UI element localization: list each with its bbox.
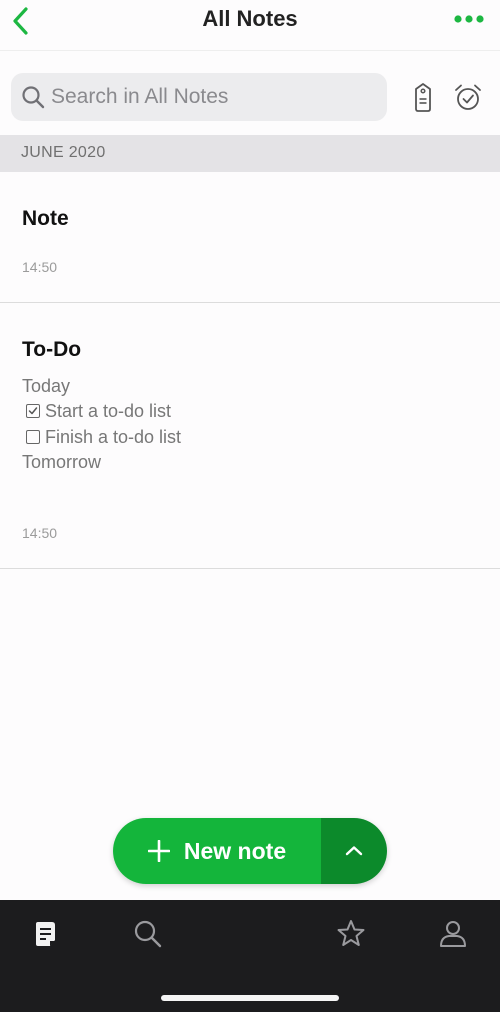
bottom-tab-bar <box>0 900 500 1012</box>
star-icon <box>337 920 365 946</box>
note-card[interactable]: To-Do Today Start a to-do list Finish a … <box>0 303 500 569</box>
section-header: JUNE 2020 <box>0 135 500 172</box>
reminder-button[interactable] <box>453 83 483 113</box>
todo-item: Start a to-do list <box>22 401 171 422</box>
plus-icon <box>147 840 170 862</box>
alarm-clock-icon <box>455 84 481 110</box>
note-snippet-line: Today <box>22 376 71 396</box>
note-snippet-line: Tomorrow <box>22 452 102 472</box>
unchecked-checkbox-icon <box>26 430 40 444</box>
page-title: All Notes <box>202 6 298 31</box>
chevron-up-icon <box>345 846 363 856</box>
more-options-button[interactable] <box>454 9 484 29</box>
search-box[interactable] <box>11 73 387 121</box>
notes-icon <box>36 922 55 946</box>
tab-account[interactable] <box>437 918 469 950</box>
todo-item-text: Finish a to-do list <box>45 427 182 447</box>
tab-search[interactable] <box>132 918 164 950</box>
new-note-fab: New note <box>113 818 387 884</box>
note-card[interactable]: Note 14:50 <box>0 172 500 303</box>
more-dots-icon <box>454 15 484 23</box>
new-note-button[interactable]: New note <box>113 818 321 884</box>
note-title: To-Do <box>22 338 82 361</box>
todo-item: Finish a to-do list <box>22 427 181 448</box>
account-icon <box>440 921 466 947</box>
header-bar: All Notes <box>0 0 500 50</box>
tab-shortcuts[interactable] <box>335 918 367 950</box>
search-icon <box>22 86 45 109</box>
tab-notes[interactable] <box>31 918 63 950</box>
note-time: 14:50 <box>22 525 58 541</box>
home-indicator <box>161 995 339 1001</box>
note-title: Note <box>22 207 69 230</box>
tag-icon <box>415 83 431 112</box>
tag-filter-button[interactable] <box>410 82 436 114</box>
search-row <box>0 50 500 134</box>
new-note-label: New note <box>183 837 287 864</box>
search-icon <box>134 920 162 948</box>
section-label: JUNE 2020 <box>21 144 106 161</box>
checked-checkbox-icon <box>26 404 40 418</box>
search-input[interactable] <box>51 82 371 112</box>
note-time: 14:50 <box>22 259 58 275</box>
new-note-options-button[interactable] <box>321 818 387 884</box>
todo-item-text: Start a to-do list <box>45 401 172 421</box>
